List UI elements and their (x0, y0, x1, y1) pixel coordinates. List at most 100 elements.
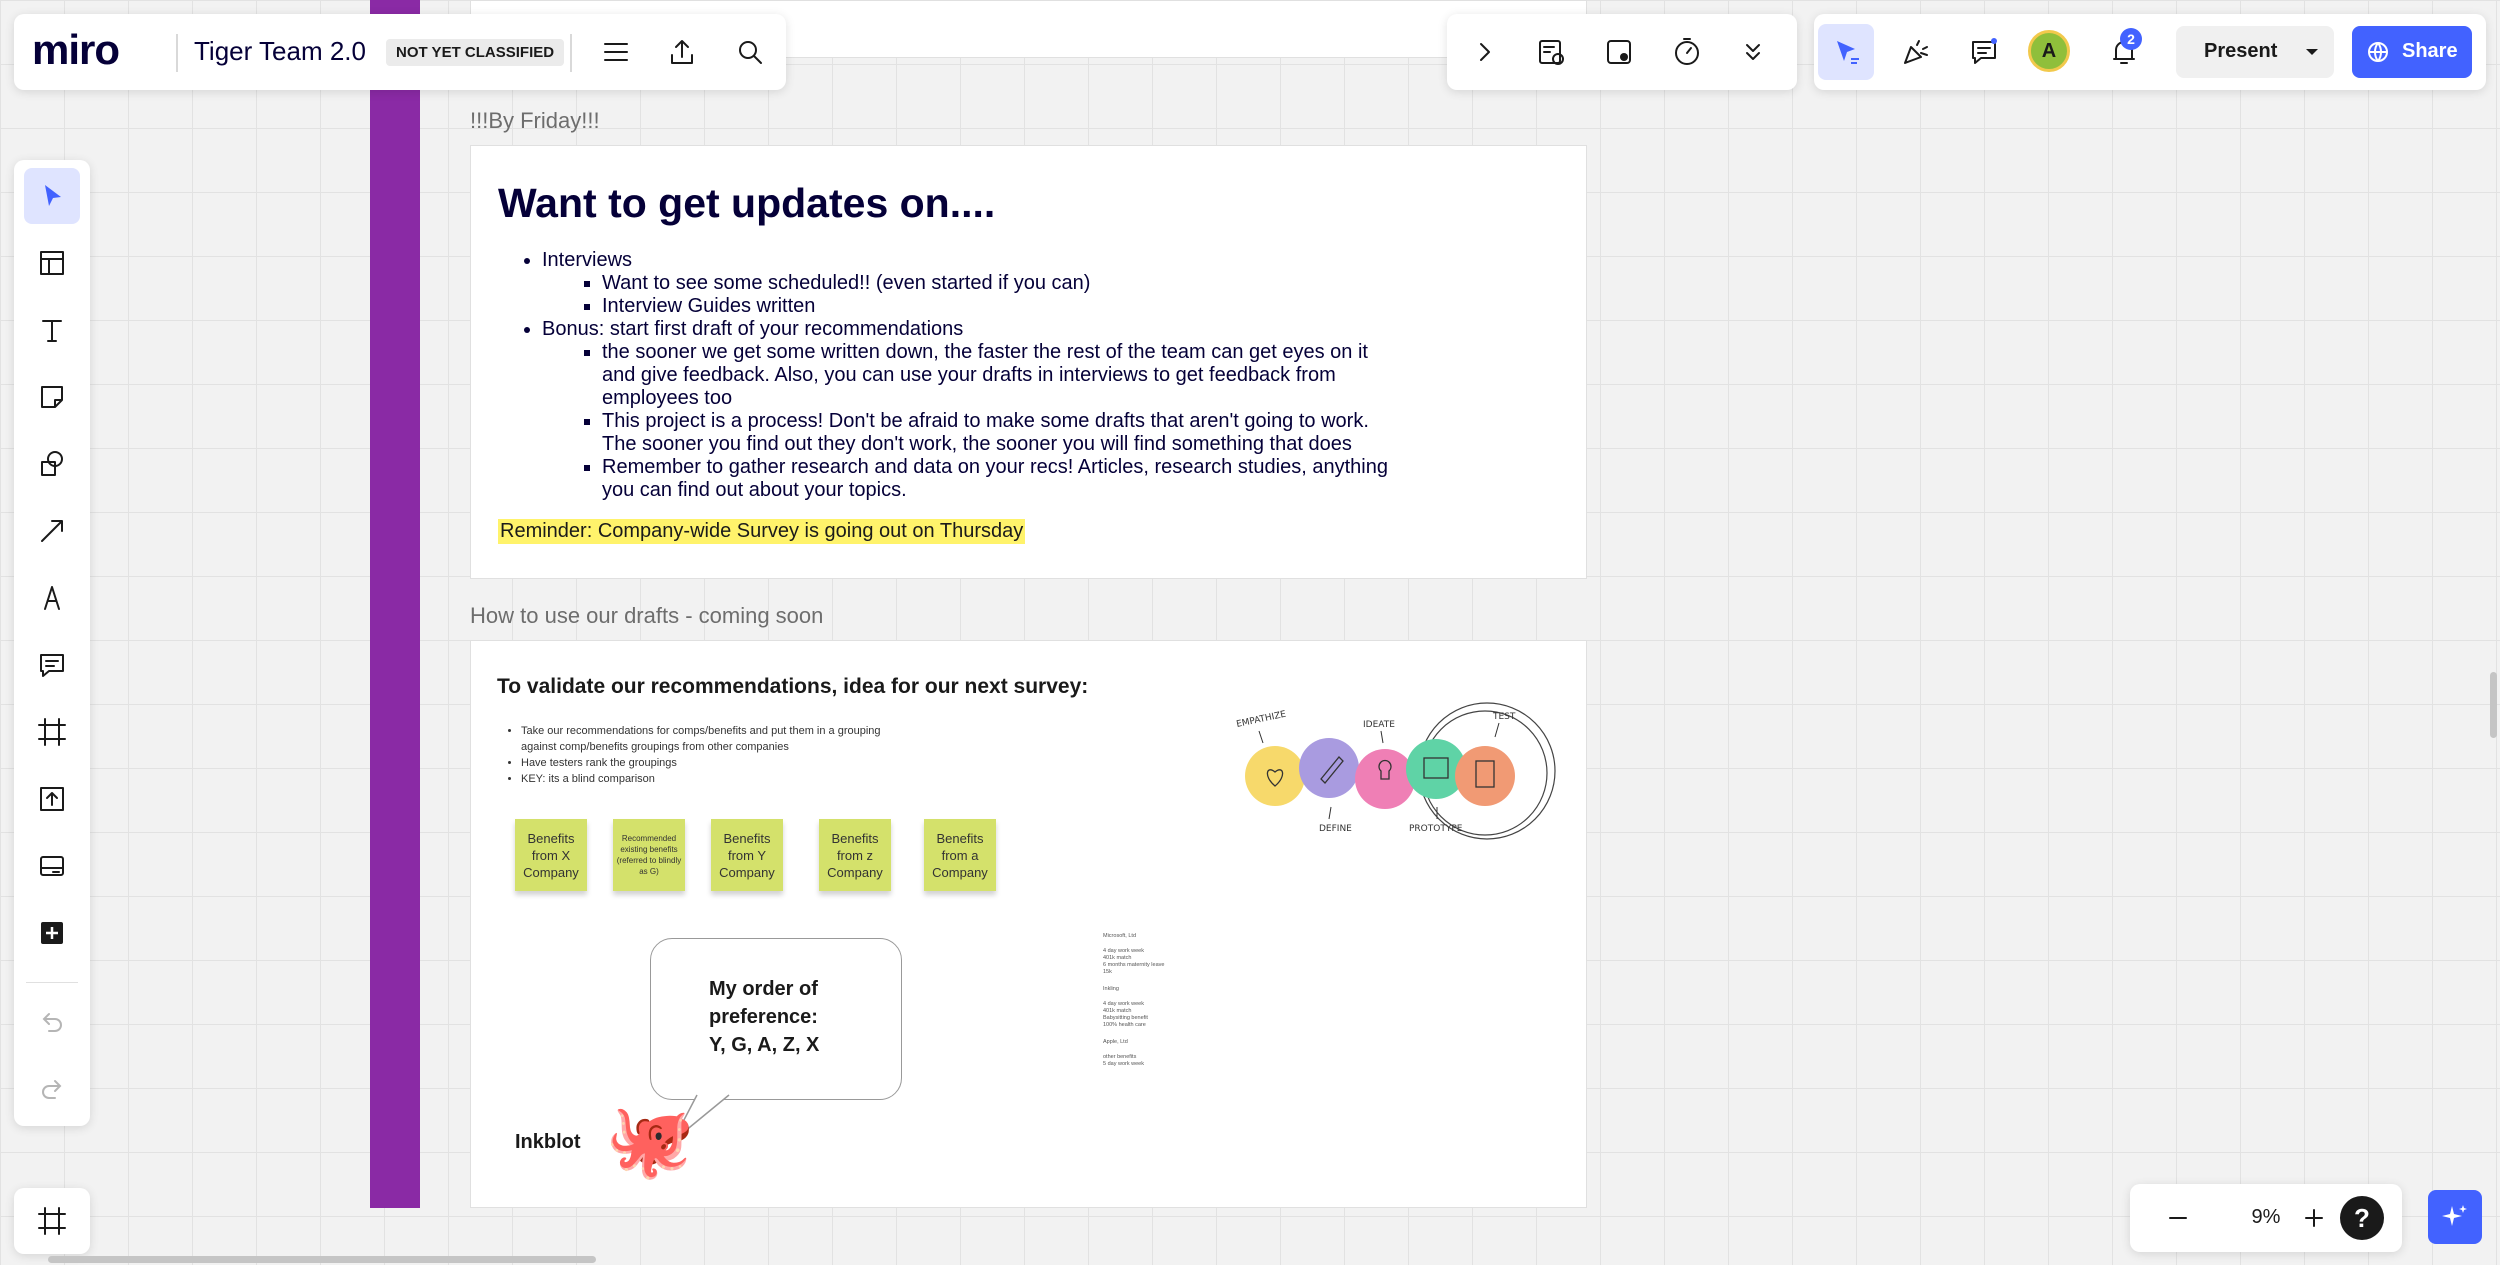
empathize-circle (1245, 746, 1305, 806)
octopus-sticker[interactable]: 🐙 (605, 1101, 695, 1181)
connector-tool[interactable] (24, 503, 80, 559)
note-line: 401k match (1103, 955, 1132, 961)
comments-button[interactable] (1956, 24, 2012, 80)
shapes-icon (41, 451, 63, 476)
sparkle-icon (2442, 1205, 2467, 1226)
divider (570, 34, 572, 72)
list-item: Interview Guides written (602, 295, 1442, 318)
cursor-follow-button[interactable] (1818, 24, 1874, 80)
zoom-controls: 9% ? (2130, 1184, 2402, 1252)
timer-button[interactable] (1659, 24, 1715, 80)
card-icon (40, 856, 64, 876)
list-item: Bonus: start first draft of your recomme… (542, 318, 1442, 502)
frames-list-button[interactable] (24, 1193, 80, 1249)
upload-icon (671, 40, 693, 64)
celebrate-button[interactable] (1888, 24, 1944, 80)
note-line: 5 day work week (1103, 1061, 1144, 1067)
export-button[interactable] (654, 24, 710, 80)
upload-tool[interactable] (24, 771, 80, 827)
classification-badge[interactable]: NOT YET CLASSIFIED (386, 39, 565, 66)
templates-tool[interactable] (24, 235, 80, 291)
zoom-out-button[interactable] (2150, 1190, 2206, 1246)
more-tools-button[interactable] (1725, 24, 1781, 80)
updates-frame[interactable]: Want to get updates on.... Interviews Wa… (470, 145, 1587, 579)
sticky-note-tool[interactable] (24, 369, 80, 425)
layout-template-icon (40, 251, 64, 275)
note-line: Inkling (1103, 986, 1119, 992)
list-item-text: Bonus: start first draft of your recomme… (542, 318, 964, 340)
reactions-button[interactable] (1591, 24, 1647, 80)
chevron-down-icon[interactable] (2294, 34, 2330, 70)
divider (176, 34, 178, 72)
board-template-icon (1539, 40, 1564, 65)
board-tools-bar (1447, 14, 1797, 90)
select-tool[interactable] (24, 168, 80, 224)
templates-button[interactable] (1523, 24, 1579, 80)
search-button[interactable] (722, 24, 778, 80)
comment-icon (1972, 38, 1997, 64)
undo-icon (42, 1013, 62, 1032)
shapes-tool[interactable] (24, 436, 80, 492)
note-line: 4 day work week (1103, 1001, 1144, 1007)
present-label: Present (2204, 40, 2278, 62)
sticky-note[interactable]: Benefits from z Company (819, 819, 891, 891)
ai-assistant-button[interactable] (2428, 1190, 2482, 1244)
bubble-line: preference: (709, 1006, 818, 1028)
text-tool[interactable] (24, 302, 80, 358)
plus-square-icon (41, 922, 63, 944)
expand-tools-button[interactable] (1457, 24, 1513, 80)
embed-tool[interactable] (24, 838, 80, 894)
help-button[interactable]: ? (2340, 1196, 2384, 1240)
redo-button[interactable] (24, 1061, 80, 1117)
board-header: miro Tiger Team 2.0 NOT YET CLASSIFIED (14, 14, 786, 90)
vertical-scrollbar[interactable] (2490, 672, 2497, 738)
updates-heading: Want to get updates on.... (498, 180, 996, 226)
miro-logo[interactable]: miro (32, 26, 120, 74)
reminder-highlight: Reminder: Company-wide Survey is going o… (498, 519, 1026, 544)
design-thinking-diagram[interactable]: EMPATHIZE IDEATE TEST DEFINE PROTOTYPE (1231, 661, 1571, 881)
undo-button[interactable] (24, 994, 80, 1050)
speech-bubble[interactable]: My order of preference: Y, G, A, Z, X (650, 938, 902, 1100)
more-apps-button[interactable] (24, 905, 80, 961)
board-title[interactable]: Tiger Team 2.0 (194, 36, 366, 67)
test-circle (1455, 746, 1515, 806)
frame-icon (38, 718, 66, 746)
list-item: Take our recommendations for comps/benef… (521, 723, 901, 755)
sticky-reaction-icon (1607, 40, 1631, 64)
main-menu-button[interactable] (588, 24, 644, 80)
prototype-label: PROTOTYPE (1409, 824, 1463, 834)
frame-tool[interactable] (24, 704, 80, 760)
user-avatar[interactable]: A (2028, 30, 2070, 72)
comment-tool[interactable] (24, 637, 80, 693)
bubble-line: Y, G, A, Z, X (709, 1034, 820, 1056)
sticky-note[interactable]: Benefits from a Company (924, 819, 996, 891)
sticky-note[interactable]: Recommended existing benefits (referred … (613, 819, 685, 891)
share-label: Share (2402, 40, 2458, 62)
plus-icon (2305, 1209, 2323, 1227)
hamburger-menu-icon (604, 43, 628, 61)
horizontal-scrollbar[interactable] (48, 1256, 596, 1263)
zoom-in-button[interactable] (2286, 1190, 2342, 1246)
validate-list: Take our recommendations for comps/benef… (497, 723, 901, 787)
pen-tool[interactable] (24, 570, 80, 626)
party-popper-icon (1904, 40, 1928, 64)
purple-frame-strip[interactable] (370, 0, 420, 1208)
share-button[interactable]: Share (2352, 26, 2472, 78)
frame-label-by-friday[interactable]: !!!By Friday!!! (470, 108, 600, 134)
present-button[interactable]: Present (2176, 26, 2334, 78)
note-line: other benefits (1103, 1054, 1137, 1060)
collaboration-bar: A 2 Present Share (1814, 14, 2486, 90)
tiny-notes[interactable]: Microsoft, Ltd 4 day work week 401k matc… (1103, 933, 1183, 1068)
chevron-right-icon (1480, 43, 1490, 61)
note-line: 15k (1103, 969, 1112, 975)
note-line: 6 months maternity leave (1103, 962, 1165, 968)
notification-badge: 2 (2120, 28, 2142, 50)
validate-frame[interactable]: To validate our recommendations, idea fo… (470, 640, 1587, 1208)
minus-icon (2169, 1217, 2187, 1219)
sticky-note-icon (41, 386, 63, 408)
inkblot-label[interactable]: Inkblot (515, 1131, 581, 1154)
bubble-text: My order of preference: Y, G, A, Z, X (709, 975, 819, 1059)
frame-label-drafts[interactable]: How to use our drafts - coming soon (470, 603, 823, 629)
sticky-note[interactable]: Benefits from Y Company (711, 819, 783, 891)
sticky-note[interactable]: Benefits from X Company (515, 819, 587, 891)
